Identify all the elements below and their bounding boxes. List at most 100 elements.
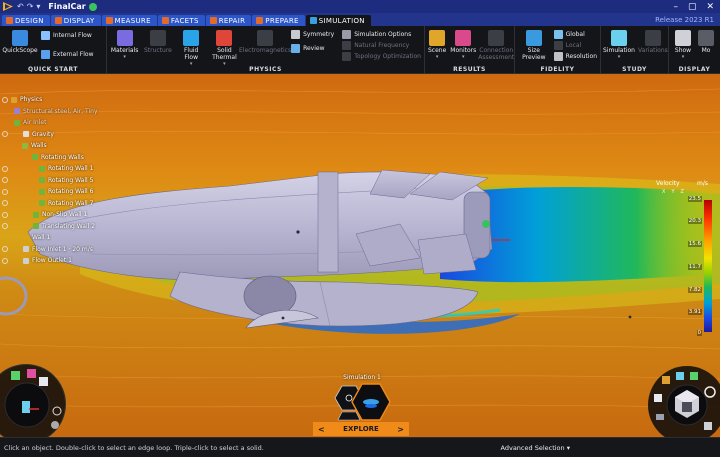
review-button[interactable]: Review — [291, 44, 334, 53]
tree-node-rotating-wall-5[interactable]: Rotating Wall 5 — [2, 175, 98, 187]
local-button[interactable]: Local — [553, 41, 597, 50]
minimize-button[interactable]: – — [673, 2, 678, 12]
connection-assessment-label: Connection Assessment — [478, 47, 515, 61]
visibility-toggle-icon[interactable] — [2, 211, 8, 218]
visibility-toggle-icon[interactable] — [2, 246, 8, 253]
tree-node-rotating-walls[interactable]: Rotating Walls — [2, 152, 98, 164]
fluid-flow-button[interactable]: Fluid Flow ▾ — [177, 28, 206, 68]
monitors-button[interactable]: Monitors ▾ — [450, 28, 476, 61]
explore-next-button[interactable]: > — [397, 425, 404, 434]
selection-mode-dropdown[interactable]: Advanced Selection ▾ — [501, 444, 570, 452]
navigation-wheel-right[interactable] — [648, 366, 720, 444]
visibility-toggle-icon[interactable] — [2, 131, 8, 138]
tree-node-label: Rotating Walls — [41, 153, 84, 161]
legend-axes: X Y Z — [662, 189, 718, 195]
tree-node-rotating-wall-6[interactable]: Rotating Wall 6 — [2, 186, 98, 198]
external-flow-icon — [41, 50, 50, 59]
tab-prepare[interactable]: PREPARE — [252, 15, 305, 26]
tab-design[interactable]: DESIGN — [2, 15, 50, 26]
natural-frequency-button[interactable]: Natural Frequency — [342, 41, 421, 50]
tree-node-material[interactable]: Structural steel, Air, Tiny — [2, 106, 98, 118]
more-button[interactable]: Mo — [698, 28, 714, 54]
visibility-toggle-icon[interactable] — [2, 257, 8, 264]
display-tab-icon — [54, 17, 62, 24]
redo-icon[interactable]: ↷ — [27, 2, 34, 11]
topology-optimization-label: Topology Optimization — [354, 53, 421, 60]
electromagnetics-button[interactable]: Electromagnetics — [239, 28, 291, 54]
solid-thermal-button[interactable]: Solid Thermal ▾ — [210, 28, 239, 68]
tree-node-non-slip-wall-1[interactable]: Non-Slip Wall 1 — [2, 209, 98, 221]
velocity-legend[interactable]: Velocity m/s X Y Z 23.5 20.3 15.6 11.7 7… — [656, 180, 718, 340]
explore-prev-button[interactable]: < — [318, 425, 325, 434]
measure-tab-icon — [105, 17, 113, 24]
maximize-button[interactable]: ▢ — [688, 2, 697, 12]
symmetry-label: Symmetry — [303, 31, 335, 38]
navigation-wheel-left[interactable] — [0, 364, 66, 444]
topology-optimization-button[interactable]: Topology Optimization — [342, 52, 421, 61]
quickscope-button[interactable]: QuickScope — [2, 28, 38, 54]
show-button[interactable]: Show ▾ — [672, 28, 694, 61]
tab-display[interactable]: DISPLAY — [50, 15, 101, 26]
variations-button[interactable]: Variations — [638, 28, 668, 54]
repair-tab-icon — [209, 17, 217, 24]
structure-button[interactable]: Structure — [143, 28, 172, 54]
quick-access-dropdown-icon[interactable]: ▾ — [36, 2, 40, 11]
global-button[interactable]: Global — [553, 30, 597, 39]
legend-unit: m/s — [697, 180, 708, 187]
tree-node-translating-wall-2[interactable]: Translating Wall 2 — [2, 221, 98, 233]
close-button[interactable]: ✕ — [706, 2, 714, 12]
resolution-button[interactable]: Resolution — [553, 52, 597, 61]
size-preview-button[interactable]: Size Preview — [518, 28, 550, 61]
tree-node-label: Rotating Wall 5 — [48, 176, 94, 184]
review-label: Review — [303, 45, 325, 52]
tab-label: SIMULATION — [318, 16, 365, 25]
tab-repair[interactable]: REPAIR — [205, 15, 252, 26]
materials-button[interactable]: Materials ▾ — [110, 28, 139, 61]
quickscope-icon — [12, 30, 28, 46]
connection-assessment-button[interactable]: Connection Assessment — [478, 28, 515, 61]
tree-node-label: Wall 1 — [32, 234, 51, 242]
tree-node-air-inlet[interactable]: Air Inlet — [2, 117, 98, 129]
simulation-options-button[interactable]: Simulation Options — [342, 30, 421, 39]
visibility-toggle-icon[interactable] — [2, 200, 8, 207]
tree-node-rotating-wall-7[interactable]: Rotating Wall 7 — [2, 198, 98, 210]
visibility-toggle-icon[interactable] — [2, 188, 8, 195]
monitors-icon — [455, 30, 472, 46]
external-flow-button[interactable]: External Flow — [41, 50, 94, 59]
simulation-button[interactable]: Simulation ▾ — [603, 28, 635, 61]
document-title: FinalCar — [48, 2, 86, 11]
tree-node-rotating-wall-1[interactable]: Rotating Wall 1 — [2, 163, 98, 175]
axis-y-label: Y — [671, 189, 675, 195]
review-icon — [291, 44, 301, 53]
visibility-toggle-icon[interactable] — [2, 177, 8, 184]
quickscope-label: QuickScope — [2, 47, 38, 54]
tab-measure[interactable]: MEASURE — [101, 15, 157, 26]
explore-toolbar[interactable]: < EXPLORE > — [313, 422, 409, 436]
symmetry-button[interactable]: Symmetry — [291, 30, 334, 39]
simulation-tool-picker[interactable] — [322, 382, 402, 422]
simulation-options-label: Simulation Options — [354, 31, 412, 38]
tree-node-label: Physics — [20, 96, 43, 104]
tree-node-wall-1[interactable]: Wall 1 — [2, 232, 98, 244]
internal-flow-button[interactable]: Internal Flow — [41, 31, 94, 40]
tree-node-flow-inlet-1[interactable]: Flow Inlet 1 · 20 m/s — [2, 244, 98, 256]
materials-label: Materials — [110, 47, 139, 54]
tab-facets[interactable]: FACETS — [157, 15, 205, 26]
tree-node-flow-outlet-1[interactable]: Flow Outlet 1 — [2, 255, 98, 267]
tree-node-gravity[interactable]: Gravity — [2, 129, 98, 141]
tree-node-physics[interactable]: Physics — [2, 94, 98, 106]
tab-simulation[interactable]: SIMULATION — [305, 15, 371, 26]
tree-node-walls[interactable]: Walls — [2, 140, 98, 152]
visibility-toggle-icon[interactable] — [2, 223, 8, 230]
scene-button[interactable]: Scene ▾ — [428, 28, 446, 61]
legend-tick: 15.6 — [687, 241, 702, 247]
dropdown-icon: ▾ — [617, 54, 621, 60]
visibility-toggle-icon[interactable] — [2, 96, 8, 103]
legend-title-row: Velocity m/s — [656, 180, 718, 187]
outlet-icon — [23, 257, 29, 264]
undo-icon[interactable]: ↶ — [17, 2, 24, 11]
natural-frequency-label: Natural Frequency — [354, 42, 410, 49]
variations-icon — [644, 30, 661, 46]
legend-ticks: 23.5 20.3 15.6 11.7 7.82 3.91 0 — [678, 196, 702, 336]
visibility-toggle-icon[interactable] — [2, 165, 8, 172]
